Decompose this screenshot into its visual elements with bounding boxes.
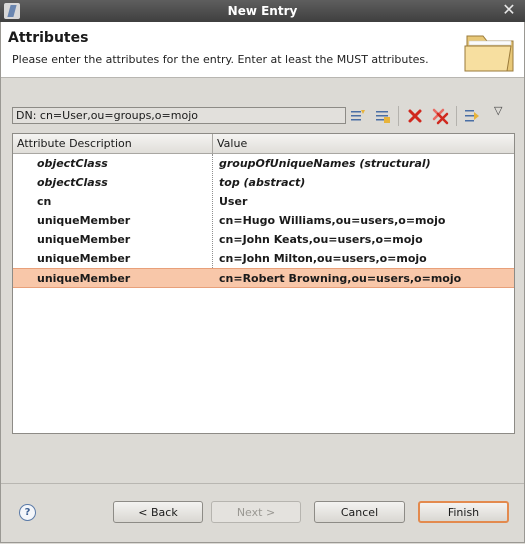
attribute-cell: cn — [37, 195, 52, 208]
back-button[interactable]: < Back — [113, 501, 203, 523]
window-titlebar: New Entry ✕ — [0, 0, 525, 22]
view-menu-icon[interactable]: ▽ — [494, 104, 512, 122]
table-row-selected[interactable]: uniqueMember cn=Robert Browning,ou=users… — [13, 268, 514, 288]
table-row[interactable]: objectClass groupOfUniqueNames (structur… — [13, 154, 514, 173]
page-title: Attributes — [8, 30, 89, 46]
toolbar-separator — [456, 106, 457, 126]
value-cell: cn=Robert Browning,ou=users,o=mojo — [219, 272, 462, 285]
column-header-attribute[interactable]: Attribute Description — [13, 134, 213, 153]
value-cell: cn=John Milton,ou=users,o=mojo — [219, 252, 427, 265]
table-row[interactable]: objectClass top (abstract) — [13, 173, 514, 192]
toolbar-separator — [398, 106, 399, 126]
dn-field: DN: cn=User,ou=groups,o=mojo — [12, 107, 346, 124]
value-cell: groupOfUniqueNames (structural) — [219, 157, 431, 170]
column-header-value[interactable]: Value — [213, 134, 247, 153]
value-cell: User — [219, 195, 248, 208]
cancel-button[interactable]: Cancel — [314, 501, 405, 523]
value-cell: top (abstract) — [219, 176, 306, 189]
window-title: New Entry — [227, 4, 298, 18]
value-cell: cn=Hugo Williams,ou=users,o=mojo — [219, 214, 446, 227]
attribute-cell: uniqueMember — [37, 233, 131, 246]
footer-separator — [0, 483, 525, 484]
new-attribute-icon[interactable] — [349, 107, 367, 125]
edit-attribute-icon[interactable] — [374, 107, 392, 125]
help-icon[interactable]: ? — [19, 504, 36, 521]
attribute-cell: uniqueMember — [37, 252, 131, 265]
attributes-table[interactable]: Attribute Description Value objectClass … — [12, 133, 515, 434]
delete-icon[interactable] — [406, 107, 424, 125]
table-row[interactable]: cn User — [13, 192, 514, 211]
page-description: Please enter the attributes for the entr… — [12, 53, 429, 66]
table-row[interactable]: uniqueMember cn=Hugo Williams,ou=users,o… — [13, 211, 514, 230]
next-button[interactable]: Next > — [211, 501, 301, 523]
close-icon[interactable]: ✕ — [501, 2, 517, 18]
table-row[interactable]: uniqueMember cn=John Keats,ou=users,o=mo… — [13, 230, 514, 249]
delete-all-icon[interactable] — [431, 107, 449, 125]
value-cell: cn=John Keats,ou=users,o=mojo — [219, 233, 423, 246]
attribute-cell: objectClass — [37, 176, 108, 189]
attribute-cell: objectClass — [37, 157, 108, 170]
attribute-cell: uniqueMember — [37, 214, 131, 227]
table-row[interactable]: uniqueMember cn=John Milton,ou=users,o=m… — [13, 249, 514, 268]
filter-icon[interactable] — [463, 107, 481, 125]
attribute-cell: uniqueMember — [37, 272, 131, 285]
folder-icon — [464, 35, 514, 72]
wizard-header: Attributes Please enter the attributes f… — [0, 22, 525, 78]
finish-button[interactable]: Finish — [418, 501, 509, 523]
table-header: Attribute Description Value — [13, 134, 514, 154]
